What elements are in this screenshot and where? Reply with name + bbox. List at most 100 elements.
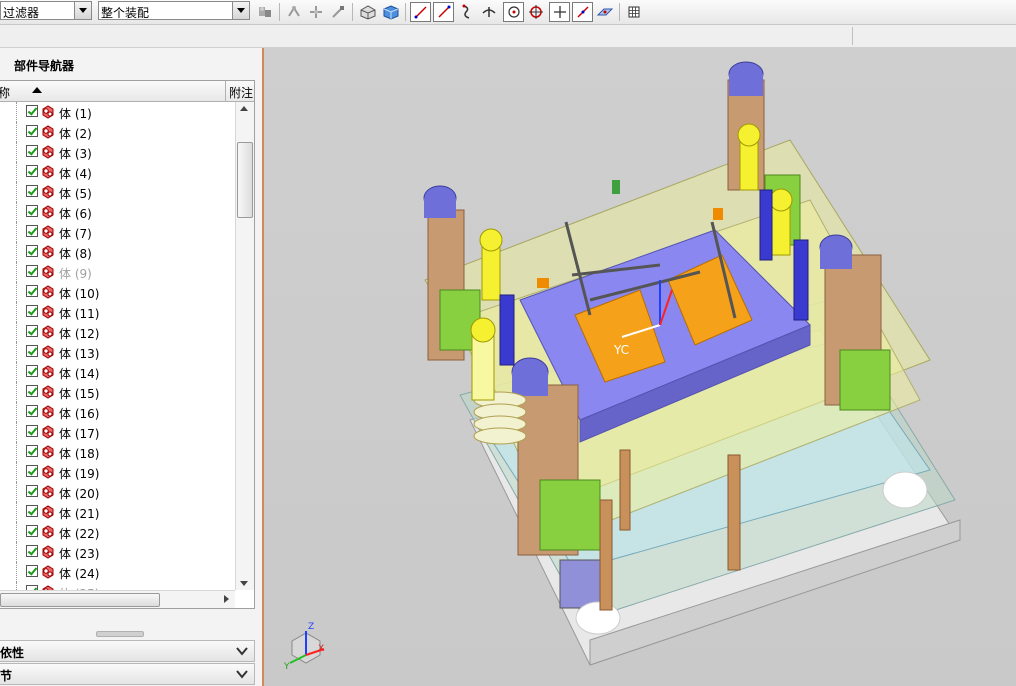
visibility-checkbox[interactable] <box>26 305 38 317</box>
chevron-down-icon[interactable] <box>74 2 91 19</box>
tree-row[interactable]: 体 (5) <box>0 182 235 202</box>
filter-select-value: 过滤器 <box>3 6 40 20</box>
horizontal-scrollbar[interactable] <box>0 590 235 608</box>
navigator-tree[interactable]: 名称 附注 体 (1) 体 (2) 体 (3) 体 (4) 体 (5) 体 (6) 体 (7… <box>0 80 255 609</box>
dependencies-label: 相依性 <box>0 646 25 660</box>
tree-row-label: 体 (10) <box>59 287 100 301</box>
tree-row-label: 体 (16) <box>59 407 100 421</box>
tree-row-label: 体 (4) <box>59 167 92 181</box>
curve-point-icon[interactable] <box>572 2 593 22</box>
tree-header: 名称 附注 <box>0 81 254 102</box>
visibility-checkbox[interactable] <box>26 545 38 557</box>
tree-row[interactable]: 体 (25) <box>0 582 235 590</box>
column-note-header[interactable]: 附注 <box>229 84 253 101</box>
chevron-down-icon[interactable] <box>232 2 249 19</box>
tree-row-label: 体 (23) <box>59 547 100 561</box>
assembly-filter-icon[interactable] <box>255 2 275 22</box>
scroll-right-icon[interactable] <box>224 595 229 603</box>
visibility-checkbox[interactable] <box>26 385 38 397</box>
tree-row[interactable]: 体 (15) <box>0 382 235 402</box>
snap-point-icon[interactable] <box>284 2 304 22</box>
tree-row-label: 体 (8) <box>59 247 92 261</box>
tree-row[interactable]: 体 (11) <box>0 302 235 322</box>
tree-row[interactable]: 体 (22) <box>0 522 235 542</box>
tree-row[interactable]: 体 (8) <box>0 242 235 262</box>
graphics-viewport[interactable]: YC Z Y X <box>264 48 1016 686</box>
panel-splitter[interactable] <box>96 631 144 637</box>
body-icon <box>42 265 54 279</box>
tree-row[interactable]: 体 (16) <box>0 402 235 422</box>
cross-point-icon[interactable] <box>549 2 570 22</box>
visibility-checkbox[interactable] <box>26 425 38 437</box>
face-point-icon[interactable] <box>595 2 615 22</box>
snap-end-icon[interactable] <box>328 2 348 22</box>
visibility-checkbox[interactable] <box>26 265 38 277</box>
visibility-checkbox[interactable] <box>26 505 38 517</box>
column-name-header[interactable]: 名称 <box>0 84 10 101</box>
scroll-down-icon[interactable] <box>240 581 248 586</box>
visibility-checkbox[interactable] <box>26 465 38 477</box>
visibility-checkbox[interactable] <box>26 485 38 497</box>
tree-row-label: 体 (13) <box>59 347 100 361</box>
tree-row[interactable]: 体 (2) <box>0 122 235 142</box>
grid-icon[interactable] <box>624 2 644 22</box>
chevron-down-icon[interactable] <box>236 668 248 680</box>
body-icon <box>42 565 54 579</box>
hscroll-thumb[interactable] <box>0 593 160 607</box>
tree-row[interactable]: 体 (17) <box>0 422 235 442</box>
tree-row[interactable]: 体 (14) <box>0 362 235 382</box>
dependencies-section[interactable]: 相依性 <box>0 640 255 662</box>
visibility-checkbox[interactable] <box>26 525 38 537</box>
vertical-scrollbar[interactable] <box>235 102 254 590</box>
tree-row[interactable]: 体 (7) <box>0 222 235 242</box>
tree-row[interactable]: 体 (19) <box>0 462 235 482</box>
tree-row[interactable]: 体 (4) <box>0 162 235 182</box>
view-cube-icon[interactable] <box>381 2 401 22</box>
visibility-checkbox[interactable] <box>26 285 38 297</box>
tangent-icon[interactable] <box>479 2 499 22</box>
tree-row[interactable]: 体 (9) <box>0 262 235 282</box>
visibility-checkbox[interactable] <box>26 325 38 337</box>
line-icon[interactable] <box>410 2 431 22</box>
assembly-scope-value: 整个装配 <box>101 6 150 20</box>
scroll-thumb[interactable] <box>237 142 253 218</box>
visibility-checkbox[interactable] <box>26 405 38 417</box>
tree-row[interactable]: 体 (20) <box>0 482 235 502</box>
tree-row[interactable]: 体 (1) <box>0 102 235 122</box>
visibility-checkbox[interactable] <box>26 125 38 137</box>
visibility-checkbox[interactable] <box>26 205 38 217</box>
crosshair-icon[interactable] <box>526 2 546 22</box>
arc-icon[interactable] <box>457 2 477 22</box>
visibility-checkbox[interactable] <box>26 565 38 577</box>
snap-midpoint-icon[interactable] <box>306 2 326 22</box>
visibility-checkbox[interactable] <box>26 365 38 377</box>
visibility-checkbox[interactable] <box>26 445 38 457</box>
visibility-checkbox[interactable] <box>26 105 38 117</box>
details-section[interactable]: 细节 <box>0 663 255 685</box>
tree-row[interactable]: 体 (3) <box>0 142 235 162</box>
visibility-checkbox[interactable] <box>26 185 38 197</box>
filter-select[interactable]: 过滤器 <box>0 1 92 20</box>
tree-row[interactable]: 体 (12) <box>0 322 235 342</box>
tree-row-label: 体 (15) <box>59 387 100 401</box>
visibility-checkbox[interactable] <box>26 225 38 237</box>
tree-row[interactable]: 体 (10) <box>0 282 235 302</box>
visibility-checkbox[interactable] <box>26 145 38 157</box>
line-point-icon[interactable] <box>433 2 454 22</box>
visibility-checkbox[interactable] <box>26 345 38 357</box>
scroll-up-icon[interactable] <box>240 106 248 111</box>
tree-row[interactable]: 体 (23) <box>0 542 235 562</box>
tree-row[interactable]: 体 (13) <box>0 342 235 362</box>
chevron-down-icon[interactable] <box>236 645 248 657</box>
visibility-checkbox[interactable] <box>26 245 38 257</box>
visibility-checkbox[interactable] <box>26 165 38 177</box>
sort-ascending-icon[interactable] <box>32 87 42 93</box>
tree-row-label: 体 (2) <box>59 127 92 141</box>
shaded-display-icon[interactable] <box>358 2 378 22</box>
tree-row[interactable]: 体 (21) <box>0 502 235 522</box>
tree-row[interactable]: 体 (18) <box>0 442 235 462</box>
assembly-scope-select[interactable]: 整个装配 <box>98 1 250 20</box>
tree-row[interactable]: 体 (24) <box>0 562 235 582</box>
point-icon[interactable] <box>503 2 524 22</box>
tree-row[interactable]: 体 (6) <box>0 202 235 222</box>
